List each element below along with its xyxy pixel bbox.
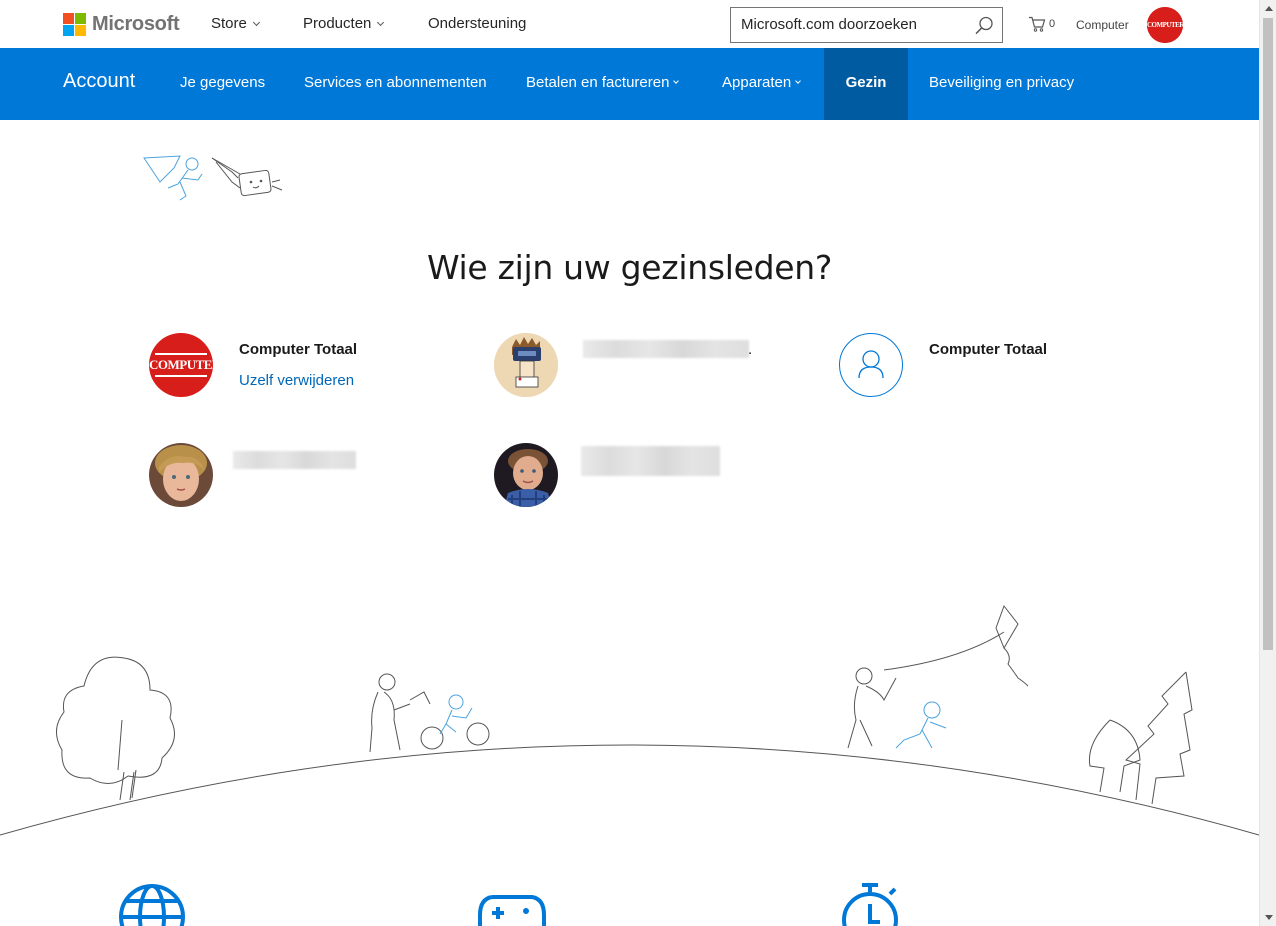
search-box xyxy=(730,7,1003,43)
scroll-down-arrow-icon[interactable] xyxy=(1265,915,1273,920)
tab-betalen[interactable]: Betalen en factureren xyxy=(526,74,680,91)
stopwatch-icon xyxy=(842,883,898,926)
tab-label: Services en abonnementen xyxy=(304,74,487,91)
member-avatar[interactable] xyxy=(494,333,558,397)
tab-je-gegevens[interactable]: Je gegevens xyxy=(180,74,265,91)
tab-label: Beveiliging en privacy xyxy=(929,74,1075,91)
flying-hero-illustration xyxy=(143,155,283,201)
scroll-thumb[interactable] xyxy=(1263,18,1273,650)
redacted-name xyxy=(233,451,356,469)
avatar-photo xyxy=(494,333,558,397)
member-avatar[interactable]: COMPUTER! xyxy=(149,333,213,397)
remove-yourself-link[interactable]: Uzelf verwijderen xyxy=(239,372,354,389)
gamepad-icon xyxy=(478,895,546,926)
nav-producten[interactable]: Producten xyxy=(303,15,385,32)
chevron-down-icon xyxy=(377,18,385,26)
page-title: Wie zijn uw gezinsleden? xyxy=(426,248,833,287)
redacted-name xyxy=(583,340,749,358)
avatar-photo xyxy=(149,443,213,507)
nav-ondersteuning-label: Ondersteuning xyxy=(428,15,527,32)
nav-store-label: Store xyxy=(211,15,247,32)
member-avatar-logo-text: COMPUTER! xyxy=(149,357,213,372)
account-nav: Account Je gegevens Services en abonneme… xyxy=(0,48,1259,120)
chevron-down-icon xyxy=(252,18,260,26)
member-name-suffix: . xyxy=(748,341,753,358)
chevron-down-icon xyxy=(795,78,802,84)
member-name: Computer Totaal xyxy=(929,341,1048,358)
tab-label: Betalen en factureren xyxy=(526,74,670,91)
cart-count: 0 xyxy=(1049,18,1056,30)
person-icon xyxy=(858,350,884,379)
cart-button[interactable]: 0 xyxy=(1028,16,1055,32)
cart-icon xyxy=(1029,16,1046,32)
tab-label: Apparaten xyxy=(722,74,792,91)
tab-apparaten[interactable]: Apparaten xyxy=(722,74,802,91)
member-avatar[interactable] xyxy=(494,443,558,507)
family-landscape-illustration xyxy=(0,604,1259,836)
nav-producten-label: Producten xyxy=(303,15,372,32)
scroll-up-arrow-icon[interactable] xyxy=(1265,6,1273,11)
avatar-logo-text: COMPUTER! xyxy=(1147,21,1183,29)
tab-label: Je gegevens xyxy=(180,74,266,91)
chevron-down-icon xyxy=(673,78,680,84)
redacted-name xyxy=(581,446,720,476)
member-name: Computer Totaal xyxy=(239,341,358,358)
search-input[interactable] xyxy=(741,16,961,33)
search-icon[interactable] xyxy=(974,16,994,36)
vertical-scrollbar[interactable] xyxy=(1259,0,1276,926)
globe-icon xyxy=(119,884,185,926)
top-header: Microsoft Store Producten Ondersteuning … xyxy=(0,0,1259,48)
account-brand[interactable]: Account xyxy=(63,70,135,93)
microsoft-logo[interactable]: Microsoft xyxy=(63,13,180,36)
account-avatar[interactable]: COMPUTER! xyxy=(1147,7,1183,43)
nav-store[interactable]: Store xyxy=(211,15,260,32)
tab-gezin[interactable]: Gezin xyxy=(824,48,908,120)
tab-beveiliging[interactable]: Beveiliging en privacy xyxy=(929,74,1074,91)
member-avatar[interactable] xyxy=(839,333,903,397)
tab-services[interactable]: Services en abonnementen xyxy=(304,74,487,91)
tab-label: Gezin xyxy=(845,74,887,91)
microsoft-logo-icon xyxy=(63,13,86,36)
avatar-photo xyxy=(494,443,558,507)
account-name[interactable]: Computer xyxy=(1076,18,1129,32)
member-avatar[interactable] xyxy=(149,443,213,507)
microsoft-wordmark: Microsoft xyxy=(92,13,180,35)
nav-ondersteuning[interactable]: Ondersteuning xyxy=(428,15,526,32)
